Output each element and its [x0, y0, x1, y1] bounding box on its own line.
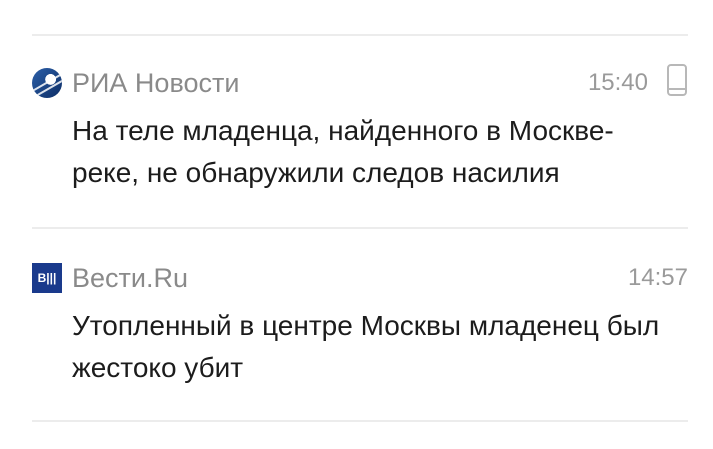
ria-novosti-logo-icon [32, 68, 62, 98]
news-time: 15:40 [587, 69, 648, 96]
mobile-phone-icon [666, 63, 688, 97]
news-headline[interactable]: Утопленный в центре Москвы младенец был … [72, 305, 672, 389]
item-divider [32, 227, 688, 229]
news-source-name[interactable]: Вести.Ru [72, 261, 188, 295]
news-source-name[interactable]: РИА Новости [72, 66, 239, 100]
news-headline[interactable]: На теле младенца, найденного в Москве-ре… [72, 110, 672, 194]
bottom-divider [32, 420, 688, 422]
vesti-logo-icon: В||| [32, 263, 62, 293]
news-source-row: РИА Новости 15:40 [32, 62, 688, 102]
news-item[interactable]: В||| Вести.Ru 14:57 Утопленный в центре … [32, 257, 688, 407]
top-divider [32, 34, 688, 36]
news-source-row: В||| Вести.Ru 14:57 [32, 257, 688, 297]
news-time: 14:57 [627, 264, 688, 291]
news-item[interactable]: РИА Новости 15:40 На теле младенца, найд… [32, 62, 688, 212]
